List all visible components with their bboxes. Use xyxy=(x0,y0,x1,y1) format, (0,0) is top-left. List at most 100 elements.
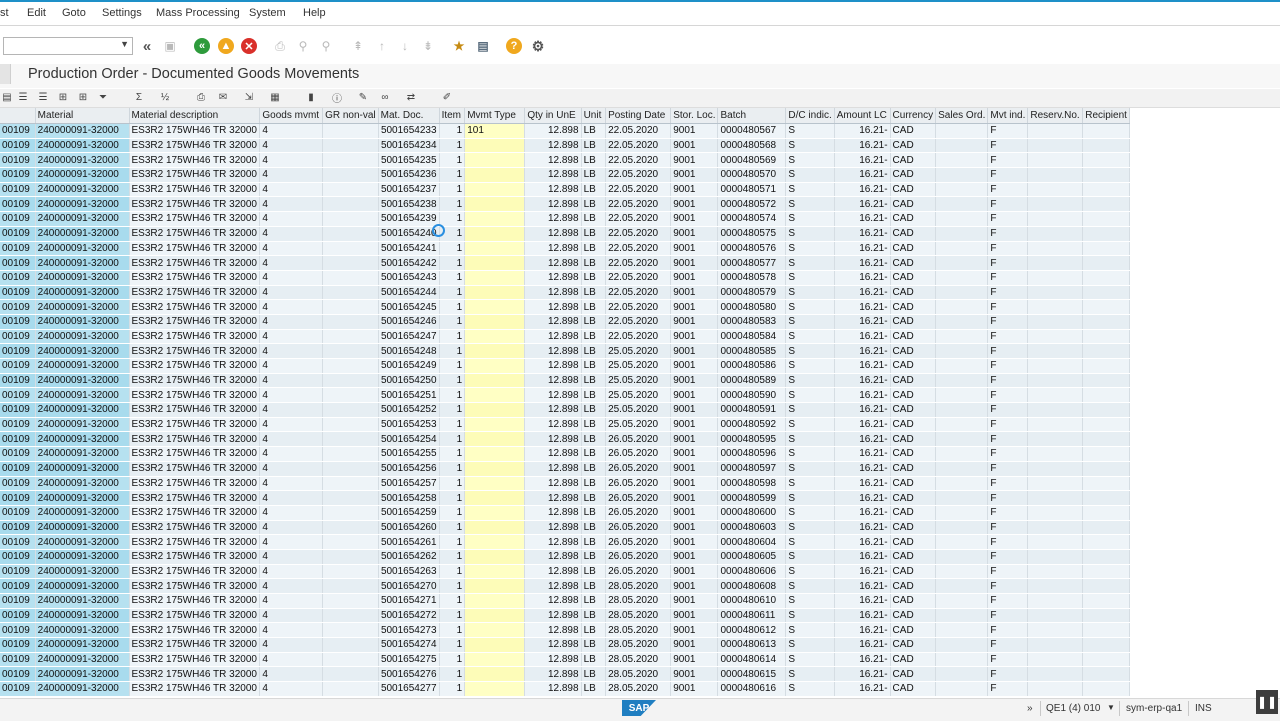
cell-stor-loc[interactable]: 9001 xyxy=(670,608,719,624)
table-row[interactable]: 00109 240000091-32000 ES3R2 175WH46 TR 320… xyxy=(0,182,1130,198)
cell-mat-doc[interactable]: 5001654242 xyxy=(378,255,440,271)
cell-gr-non-val[interactable] xyxy=(322,373,379,389)
cell-gr-non-val[interactable] xyxy=(322,417,379,433)
cell-material-description[interactable]: ES3R2 175WH46 TR 32000 xyxy=(129,622,261,639)
cell-unit[interactable]: LB xyxy=(581,196,607,213)
cell-material-description[interactable]: ES3R2 175WH46 TR 32000 xyxy=(129,387,261,404)
cell-sales-ord[interactable] xyxy=(935,652,989,668)
cell-sales-ord[interactable] xyxy=(935,520,989,536)
cell-sales-ord[interactable] xyxy=(935,255,989,271)
cell-batch[interactable]: 0000480583 xyxy=(717,314,787,330)
cell-posting-date[interactable]: 22.05.2020 xyxy=(605,255,672,271)
cell-currency[interactable]: CAD xyxy=(890,299,937,315)
table-row[interactable]: 00109 240000091-32000 ES3R2 175WH46 TR 320… xyxy=(0,622,1130,639)
cell-material-description[interactable]: ES3R2 175WH46 TR 32000 xyxy=(129,637,261,653)
cell-dc-indic[interactable]: S xyxy=(785,329,835,345)
cell-amount-lc[interactable]: 16.21- xyxy=(834,608,891,624)
cell-mvmt-type[interactable] xyxy=(464,373,526,389)
cell-order[interactable]: 00109 xyxy=(0,476,36,492)
cell-batch[interactable]: 0000480598 xyxy=(717,476,787,492)
shortcut-icon[interactable]: ▤ xyxy=(475,38,491,54)
cell-batch[interactable]: 0000480599 xyxy=(717,490,787,506)
cell-dc-indic[interactable]: S xyxy=(785,152,835,169)
cell-amount-lc[interactable]: 16.21- xyxy=(834,182,891,198)
cell-gr-non-val[interactable] xyxy=(322,461,379,477)
cell-goods-mvmt[interactable]: 4 xyxy=(259,461,324,477)
cell-dc-indic[interactable]: S xyxy=(785,681,835,697)
cell-item[interactable]: 1 xyxy=(439,476,466,492)
cell-material-description[interactable]: ES3R2 175WH46 TR 32000 xyxy=(129,226,261,242)
find-icon[interactable]: ⊞ xyxy=(56,90,70,104)
cell-order[interactable]: 00109 xyxy=(0,226,36,242)
cell-recipient[interactable] xyxy=(1082,270,1130,286)
cell-mat-doc[interactable]: 5001654254 xyxy=(378,431,440,448)
cell-amount-lc[interactable]: 16.21- xyxy=(834,622,891,639)
cell-mat-doc[interactable]: 5001654272 xyxy=(378,608,440,624)
cell-recipient[interactable] xyxy=(1082,431,1130,448)
table-row[interactable]: 00109 240000091-32000 ES3R2 175WH46 TR 320… xyxy=(0,549,1130,565)
cell-stor-loc[interactable]: 9001 xyxy=(670,578,719,594)
next-page-icon[interactable]: ↓ xyxy=(397,38,413,54)
cell-sales-ord[interactable] xyxy=(935,314,989,330)
cell-posting-date[interactable]: 25.05.2020 xyxy=(605,402,672,418)
cell-stor-loc[interactable]: 9001 xyxy=(670,417,719,433)
cell-currency[interactable]: CAD xyxy=(890,196,937,213)
cell-mvmt-type[interactable] xyxy=(464,608,526,624)
cell-reserv-no[interactable] xyxy=(1027,255,1084,271)
mail-icon[interactable]: ✉ xyxy=(216,90,230,104)
cell-material[interactable]: 240000091-32000 xyxy=(35,476,130,492)
cell-unit[interactable]: LB xyxy=(581,329,607,345)
cell-mvmt-type[interactable] xyxy=(464,417,526,433)
cell-sales-ord[interactable] xyxy=(935,123,989,139)
cell-batch[interactable]: 0000480612 xyxy=(717,622,787,639)
cell-sales-ord[interactable] xyxy=(935,211,989,227)
cell-qty[interactable]: 12.898 xyxy=(524,211,582,227)
cell-unit[interactable]: LB xyxy=(581,152,607,169)
cell-stor-loc[interactable]: 9001 xyxy=(670,637,719,653)
cell-unit[interactable]: LB xyxy=(581,314,607,330)
cell-material-description[interactable]: ES3R2 175WH46 TR 32000 xyxy=(129,167,261,183)
cell-material-description[interactable]: ES3R2 175WH46 TR 32000 xyxy=(129,123,261,139)
cell-batch[interactable]: 0000480568 xyxy=(717,138,787,154)
cell-unit[interactable]: LB xyxy=(581,461,607,477)
cell-material-description[interactable]: ES3R2 175WH46 TR 32000 xyxy=(129,343,261,359)
previous-page-icon[interactable]: ↑ xyxy=(374,38,390,54)
cell-batch[interactable]: 0000480614 xyxy=(717,652,787,668)
cell-recipient[interactable] xyxy=(1082,329,1130,345)
cell-recipient[interactable] xyxy=(1082,402,1130,418)
cell-gr-non-val[interactable] xyxy=(322,285,379,301)
cell-order[interactable]: 00109 xyxy=(0,123,36,139)
cell-material[interactable]: 240000091-32000 xyxy=(35,196,130,213)
cell-qty[interactable]: 12.898 xyxy=(524,402,582,418)
cell-mat-doc[interactable]: 5001654240 xyxy=(378,226,440,242)
table-row[interactable]: 00109 240000091-32000 ES3R2 175WH46 TR 320… xyxy=(0,578,1130,594)
cell-batch[interactable]: 0000480570 xyxy=(717,167,787,183)
cell-dc-indic[interactable]: S xyxy=(785,299,835,315)
cell-gr-non-val[interactable] xyxy=(322,182,379,198)
cell-qty[interactable]: 12.898 xyxy=(524,255,582,271)
cell-goods-mvmt[interactable]: 4 xyxy=(259,226,324,242)
cell-mvt-ind[interactable]: F xyxy=(987,211,1029,227)
cell-qty[interactable]: 12.898 xyxy=(524,299,582,315)
cell-currency[interactable]: CAD xyxy=(890,182,937,198)
cell-goods-mvmt[interactable]: 4 xyxy=(259,387,324,404)
cell-material-description[interactable]: ES3R2 175WH46 TR 32000 xyxy=(129,476,261,492)
cell-material-description[interactable]: ES3R2 175WH46 TR 32000 xyxy=(129,534,261,550)
cell-material-description[interactable]: ES3R2 175WH46 TR 32000 xyxy=(129,461,261,477)
cell-goods-mvmt[interactable]: 4 xyxy=(259,681,324,697)
cell-material[interactable]: 240000091-32000 xyxy=(35,549,130,565)
cell-item[interactable]: 1 xyxy=(439,314,466,330)
cell-order[interactable]: 00109 xyxy=(0,622,36,639)
cell-mat-doc[interactable]: 5001654234 xyxy=(378,138,440,154)
cell-item[interactable]: 1 xyxy=(439,578,466,594)
cell-mvmt-type[interactable] xyxy=(464,652,526,668)
cell-reserv-no[interactable] xyxy=(1027,476,1084,492)
cell-reserv-no[interactable] xyxy=(1027,373,1084,389)
cell-goods-mvmt[interactable]: 4 xyxy=(259,666,324,683)
cell-gr-non-val[interactable] xyxy=(322,314,379,330)
cell-mvt-ind[interactable]: F xyxy=(987,681,1029,697)
cell-recipient[interactable] xyxy=(1082,593,1130,609)
cell-material[interactable]: 240000091-32000 xyxy=(35,520,130,536)
cell-dc-indic[interactable]: S xyxy=(785,564,835,580)
cell-material-description[interactable]: ES3R2 175WH46 TR 32000 xyxy=(129,182,261,198)
